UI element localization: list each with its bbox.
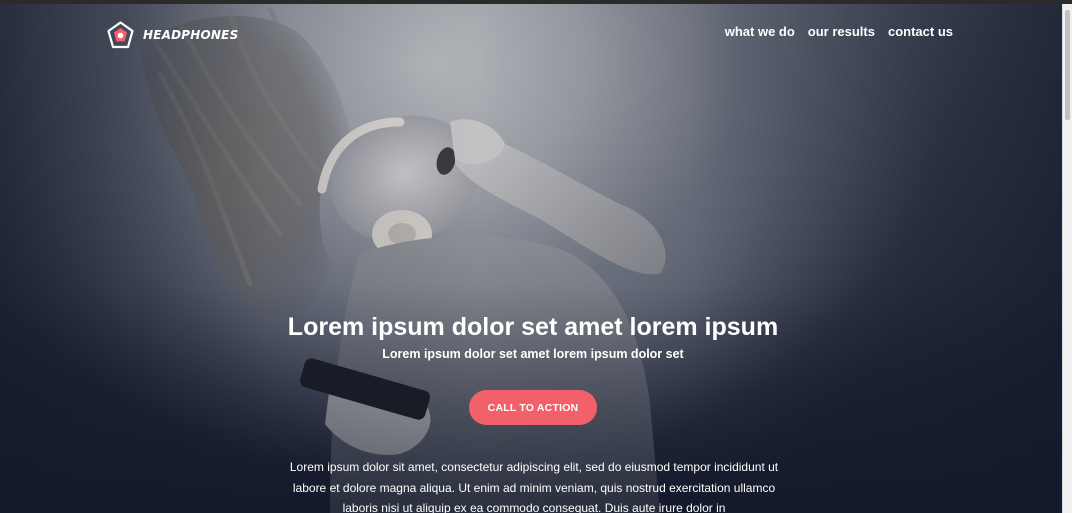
hero-overlay: [0, 4, 1062, 513]
hero-body-text: Lorem ipsum dolor sit amet, consectetur …: [289, 460, 779, 513]
brand-name: HEADPHONES: [143, 28, 239, 42]
nav-link-contact-us[interactable]: contact us: [888, 24, 953, 39]
main-nav: what we do our results contact us: [725, 24, 953, 39]
pentagon-headphones-logo-icon: [107, 21, 134, 49]
hero-headline: Lorem ipsum dolor set amet lorem ipsum: [287, 313, 779, 341]
hero-subheadline: Lorem ipsum dolor set amet lorem ipsum d…: [382, 347, 684, 361]
brand[interactable]: HEADPHONES: [107, 21, 238, 49]
call-to-action-button[interactable]: CALL TO ACTION: [469, 390, 597, 425]
nav-link-our-results[interactable]: our results: [808, 24, 875, 39]
scrollbar-thumb[interactable]: [1065, 10, 1070, 120]
nav-link-what-we-do[interactable]: what we do: [725, 24, 795, 39]
hero-section: HEADPHONES what we do our results contac…: [0, 4, 1062, 513]
browser-top-border: [0, 0, 1072, 4]
page: HEADPHONES what we do our results contac…: [0, 0, 1072, 513]
vertical-scrollbar[interactable]: [1062, 4, 1072, 513]
